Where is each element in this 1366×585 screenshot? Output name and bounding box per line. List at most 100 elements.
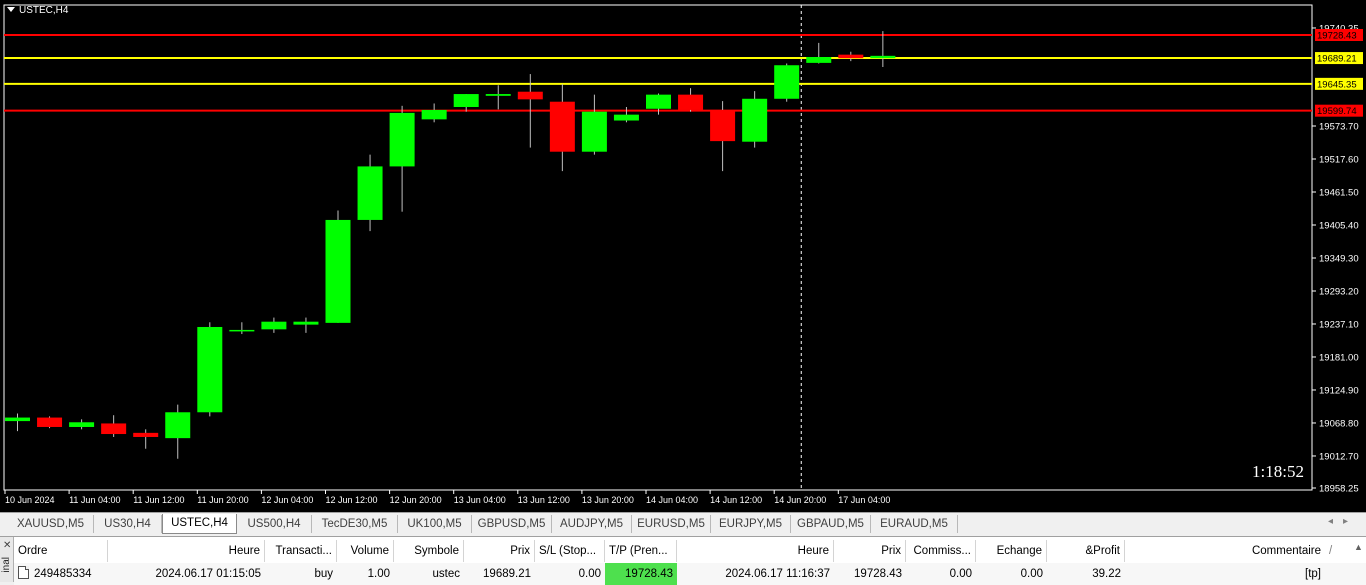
cell-prix-close: 19728.43 [854,568,902,580]
price-chart[interactable]: 19740.35 19573.70 19517.60 19461.50 19405.40… [0,0,1366,512]
tab-xauusd-m5[interactable]: XAUUSD,M5 [8,515,94,533]
candle-bull[interactable] [806,57,832,63]
terminal-side-label: inal [1,557,12,573]
cell-heure-close: 2024.06.17 11:16:37 [725,568,830,580]
chart-symbol-label[interactable]: USTEC,H4 [7,5,68,16]
candle-bear[interactable] [678,94,704,110]
scroll-up-icon[interactable]: ▲ [1354,542,1364,558]
bar-countdown: 1:18:52 [1252,462,1304,481]
tab-gbpusd-m5[interactable]: GBPUSD,M5 [472,515,552,533]
candle-bull[interactable] [870,55,896,59]
col-header-prix-close[interactable]: Prix [834,540,906,562]
x-tick-label: 13 Jun 04:00 [454,495,506,505]
x-tick-label: 11 Jun 04:00 [69,495,120,505]
tab-us500-h4[interactable]: US500,H4 [237,515,312,533]
cell-profit: 39.22 [1092,568,1121,580]
sort-indicator-icon: / [1329,545,1333,557]
candle-bear[interactable] [37,417,63,427]
candle-bull[interactable] [165,412,191,439]
y-tick-label: 19349.30 [1319,253,1359,264]
col-header-transaction[interactable]: Transacti... [265,540,337,562]
candle-bear[interactable] [133,432,159,437]
y-tick-label: 19237.10 [1319,319,1359,330]
candle-bull[interactable] [646,94,671,109]
cell-transaction: buy [314,568,333,580]
candle-bull[interactable] [325,219,351,323]
tab-audjpy-m5[interactable]: AUDJPY,M5 [552,515,632,533]
x-tick-label: 12 Jun 12:00 [326,495,378,505]
y-tick-label: 19012.70 [1319,451,1359,462]
col-header-heure-open[interactable]: Heure [108,540,265,562]
tab-ustec-h4[interactable]: USTEC,H4 [162,514,237,534]
candle-bull[interactable] [5,417,30,422]
col-header-volume[interactable]: Volume [337,540,394,562]
candle-bull[interactable] [485,94,511,96]
tab-us30-h4[interactable]: US30,H4 [94,515,162,533]
symbol-text: USTEC,H4 [19,5,69,16]
dropdown-triangle-icon[interactable] [7,7,15,12]
price-line-label: 19645.35 [1317,79,1357,90]
price-line-label: 19689.21 [1317,54,1357,65]
candle-bull[interactable] [613,114,639,121]
candle-bull[interactable] [261,321,287,330]
tab-eurjpy-m5[interactable]: EURJPY,M5 [711,515,791,533]
candle-bear[interactable] [101,423,127,435]
candle-bear[interactable] [710,109,736,142]
candle-bull[interactable] [389,112,415,167]
cell-commentaire: [tp] [1305,568,1321,580]
y-tick-label: 19181.00 [1319,352,1359,363]
candle-bull[interactable] [357,166,383,220]
candle-bull[interactable] [453,94,479,108]
chart-tabs-bar: XAUUSD,M5 US30,H4 USTEC,H4 US500,H4 TecDE30,… [0,512,1366,534]
candle-bull[interactable] [69,422,95,427]
trade-table-header: Ordre Heure Transacti... Volume Symbole … [14,540,1366,562]
col-header-heure-close[interactable]: Heure [677,540,834,562]
document-icon [18,566,29,579]
tab-euraud-m5[interactable]: EURAUD,M5 [871,515,958,533]
tab-tecde30-m5[interactable]: TecDE30,M5 [312,515,398,533]
candle-bear[interactable] [517,91,543,100]
col-header-echange[interactable]: Echange [976,540,1047,562]
col-header-prix-open[interactable]: Prix [464,540,535,562]
y-tick-label: 19517.60 [1319,154,1359,165]
y-tick-label: 19405.40 [1319,220,1359,231]
candle-bear[interactable] [549,101,575,152]
tab-scroll-arrows-icon[interactable]: ◂▸ [1328,516,1358,527]
col-header-symbole[interactable]: Symbole [394,540,464,562]
col-header-profit[interactable]: &Profit [1047,540,1125,562]
close-icon[interactable]: ✕ [3,540,11,551]
x-tick-label: 14 Jun 20:00 [774,495,826,505]
candle-bull[interactable] [421,109,447,120]
candle-bull[interactable] [293,321,319,325]
y-tick-label: 18958.25 [1319,484,1359,495]
terminal-side-strip: ✕ inal [0,537,14,582]
cell-prix-open: 19689.21 [483,568,531,580]
candle-bull[interactable] [742,98,768,142]
x-tick-label: 10 Jun 2024 [5,495,55,505]
col-header-sl[interactable]: S/L (Stop... [535,540,605,562]
candle-bull[interactable] [581,111,607,152]
col-header-ordre[interactable]: Ordre [14,540,108,562]
cell-ordre: 249485334 [14,563,108,585]
table-row[interactable]: 249485334 2024.06.17 01:15:05 buy 1.00 u… [14,563,1366,585]
chart-canvas[interactable]: 19740.3519573.7019517.6019461.5019405.40… [0,0,1366,512]
candle-bear[interactable] [838,54,864,59]
candle-bull[interactable] [229,329,255,332]
tab-eurusd-m5[interactable]: EURUSD,M5 [632,515,711,533]
col-header-commentaire[interactable]: Commentaire [1125,540,1325,562]
candle-bull[interactable] [197,326,223,413]
plot-border [3,4,1313,491]
col-header-commission[interactable]: Commiss... [906,540,976,562]
terminal-panel: ✕ inal Ordre Heure Transacti... Volume S… [0,536,1366,585]
x-tick-label: 12 Jun 20:00 [390,495,442,505]
tab-gbpaud-m5[interactable]: GBPAUD,M5 [791,515,871,533]
x-tick-label: 13 Jun 12:00 [518,495,570,505]
tab-uk100-m5[interactable]: UK100,M5 [398,515,472,533]
cell-commission: 0.00 [949,568,972,580]
x-tick-label: 11 Jun 20:00 [197,495,248,505]
cell-ordre-text: 249485334 [34,568,92,580]
cell-symbole: ustec [432,568,461,580]
col-header-tp[interactable]: T/P (Pren... [605,540,677,562]
y-tick-label: 19461.50 [1319,187,1359,198]
candle-bull[interactable] [774,65,800,99]
